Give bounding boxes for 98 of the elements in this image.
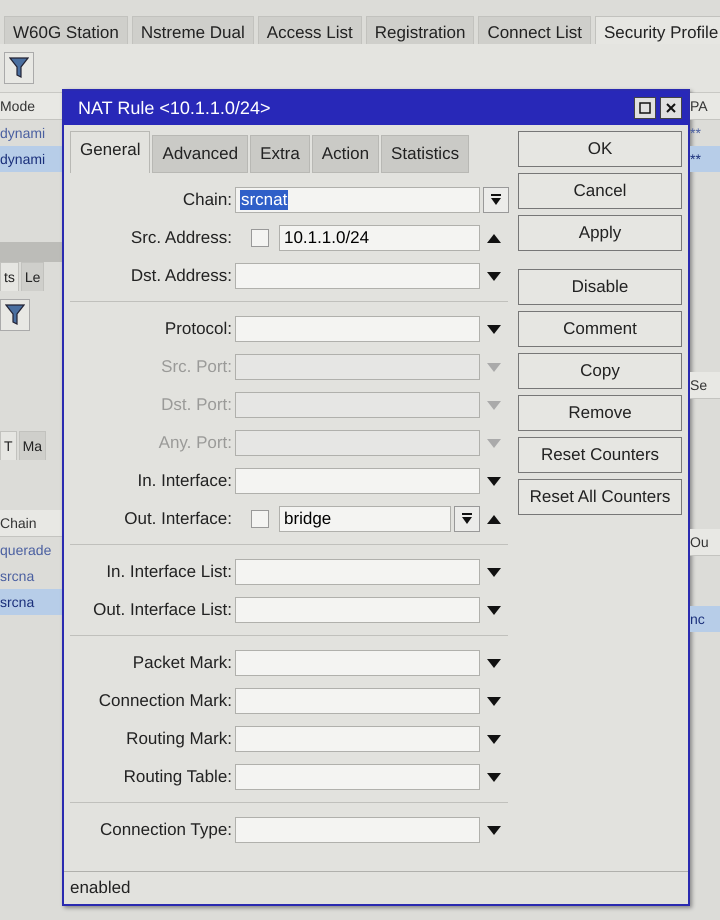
- up-arrow-icon[interactable]: [487, 234, 501, 242]
- tab[interactable]: T: [0, 431, 17, 460]
- tab[interactable]: Action: [312, 135, 380, 173]
- tab[interactable]: Statistics: [381, 135, 470, 173]
- tab[interactable]: General: [70, 131, 150, 173]
- field-label: Any. Port:: [158, 433, 233, 453]
- column-header: PA: [690, 93, 720, 120]
- field-label: Out. Interface:: [123, 509, 233, 529]
- input-field[interactable]: [235, 392, 480, 418]
- field-label: Protocol:: [164, 319, 233, 339]
- input-field[interactable]: [235, 263, 480, 289]
- column-header: Ou: [690, 529, 720, 556]
- input-field[interactable]: [235, 726, 480, 752]
- up-arrow-icon[interactable]: [487, 514, 501, 524]
- dialog-button[interactable]: Apply: [518, 215, 682, 251]
- dialog-button[interactable]: OK: [518, 131, 682, 167]
- field-label: Out. Interface List:: [92, 600, 233, 620]
- input-field[interactable]: [235, 316, 480, 342]
- input-field[interactable]: [235, 817, 480, 843]
- field-label: In. Interface List:: [105, 562, 233, 582]
- close-icon: [665, 102, 677, 114]
- dialog-button[interactable]: Disable: [518, 269, 682, 305]
- dialog-button[interactable]: Cancel: [518, 173, 682, 209]
- filter-icon[interactable]: [5, 304, 25, 326]
- dropdown-button[interactable]: [454, 506, 480, 532]
- down-arrow-icon[interactable]: [487, 734, 501, 744]
- field-label: Connection Type:: [99, 820, 233, 840]
- filter-button[interactable]: [0, 299, 30, 331]
- down-arrow-icon[interactable]: [487, 606, 501, 614]
- input-field[interactable]: [235, 597, 480, 623]
- input-field[interactable]: [235, 559, 480, 585]
- table-cell: dynami: [0, 146, 62, 172]
- column-header: Mode: [0, 93, 62, 120]
- dropdown-button[interactable]: [482, 187, 508, 213]
- dialog-button[interactable]: Reset Counters: [518, 437, 682, 473]
- input-field[interactable]: srcnat: [235, 187, 480, 213]
- input-field[interactable]: [235, 650, 480, 676]
- field-label: Chain:: [182, 190, 233, 210]
- dialog-button[interactable]: Copy: [518, 353, 682, 389]
- field-label: Packet Mark:: [132, 653, 233, 673]
- field-label: Connection Mark:: [98, 691, 233, 711]
- dialog-button[interactable]: Remove: [518, 395, 682, 431]
- down-arrow-icon[interactable]: [487, 772, 501, 782]
- down-arrow-icon[interactable]: [487, 476, 501, 486]
- table-cell-text: **: [690, 124, 702, 143]
- column-header: Chain: [0, 510, 62, 537]
- input-field[interactable]: [235, 354, 480, 380]
- field-label: Routing Table:: [122, 767, 233, 787]
- filter-icon[interactable]: [9, 57, 29, 79]
- tab[interactable]: ts: [0, 262, 19, 291]
- table-cell-text: dynami: [0, 124, 46, 143]
- tab[interactable]: Ma: [18, 431, 46, 460]
- input-field[interactable]: [235, 688, 480, 714]
- checkbox[interactable]: [251, 510, 269, 528]
- table-cell: srcna: [0, 589, 62, 615]
- field-label: Dst. Address:: [130, 266, 233, 286]
- down-arrow-icon[interactable]: [487, 272, 501, 280]
- tab[interactable]: Registration: [366, 16, 474, 44]
- maximize-icon: [639, 102, 651, 114]
- input-field[interactable]: [235, 430, 480, 456]
- table-cell: nc: [690, 606, 720, 632]
- dropdown-arrow-icon: [462, 513, 472, 525]
- tab[interactable]: Access List: [258, 16, 362, 44]
- table-cell-text: srcna: [0, 567, 36, 586]
- tab[interactable]: Security Profile: [594, 16, 720, 44]
- table-cell: **: [690, 146, 720, 172]
- field-label: Src. Address:: [130, 228, 233, 248]
- checkbox[interactable]: [251, 229, 269, 247]
- field-label: Routing Mark:: [125, 729, 233, 749]
- tab[interactable]: Extra: [250, 135, 310, 173]
- tab[interactable]: Connect List: [478, 16, 591, 44]
- dialog-button[interactable]: Comment: [518, 311, 682, 347]
- input-field[interactable]: [235, 764, 480, 790]
- panel-separator: [0, 242, 62, 262]
- tab[interactable]: Le: [20, 262, 44, 291]
- tab[interactable]: Advanced: [152, 135, 248, 173]
- dialog-button[interactable]: Reset All Counters: [518, 479, 682, 515]
- input-field[interactable]: 10.1.1.0/24: [279, 225, 480, 251]
- input-field[interactable]: [235, 468, 480, 494]
- maximize-button[interactable]: [634, 97, 656, 119]
- status-bar: enabled: [64, 871, 688, 904]
- filter-button[interactable]: [4, 52, 34, 84]
- field-label: Dst. Port:: [160, 395, 233, 415]
- tab[interactable]: W60G Station: [4, 16, 128, 44]
- down-arrow-icon[interactable]: [487, 568, 501, 576]
- dropdown-arrow-icon: [490, 194, 500, 206]
- tab[interactable]: Nstreme Dual: [132, 16, 254, 44]
- input-field[interactable]: bridge: [279, 506, 451, 532]
- field-label: Src. Port:: [160, 357, 233, 377]
- field-label: In. Interface:: [136, 471, 233, 491]
- down-arrow-icon[interactable]: [487, 658, 501, 668]
- down-arrow-icon[interactable]: [487, 696, 501, 706]
- down-arrow-icon[interactable]: [487, 324, 501, 334]
- close-button[interactable]: [660, 97, 682, 119]
- down-arrow-icon[interactable]: [487, 826, 501, 834]
- window-title: NAT Rule <10.1.1.0/24>: [78, 98, 272, 118]
- column-header: Se: [690, 372, 720, 399]
- table-cell-text: querade: [0, 541, 52, 560]
